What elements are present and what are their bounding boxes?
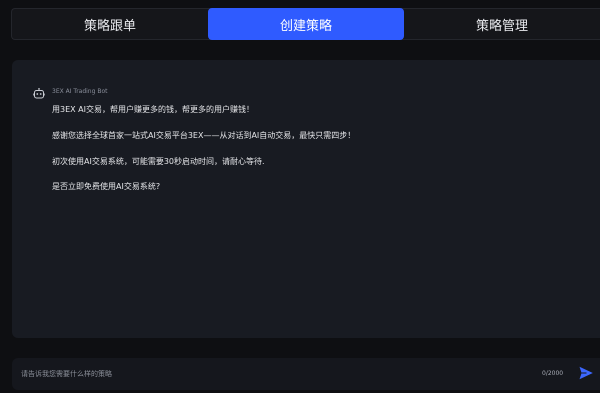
send-icon[interactable] <box>578 365 594 381</box>
tab-strategy-management[interactable]: 策略管理 <box>404 9 600 39</box>
chat-message: 是否立即免费使用AI交易系统? <box>52 182 161 191</box>
chat-panel: 3EX AI Trading Bot 用3EX AI交易，帮用户赚更多的钱，帮更… <box>12 60 600 338</box>
chat-message: 用3EX AI交易，帮用户赚更多的钱，帮更多的用户赚钱！ <box>52 105 254 114</box>
chat-input-bar: 0/2000 <box>12 358 600 390</box>
bot-name: 3EX AI Trading Bot <box>52 88 108 95</box>
robot-icon <box>33 88 45 99</box>
tab-strategy-follow[interactable]: 策略跟单 <box>12 9 208 39</box>
strategy-tabs: 策略跟单 创建策略 策略管理 <box>11 8 600 40</box>
chat-message: 初次使用AI交易系统，可能需要30秒启动时间，请耐心等待. <box>52 157 265 166</box>
tab-create-strategy[interactable]: 创建策略 <box>208 8 404 40</box>
strategy-prompt-input[interactable] <box>21 367 521 381</box>
chat-message: 感谢您选择全球首家一站式AI交易平台3EX——从对话到AI自动交易，最快只需四步… <box>52 131 356 140</box>
character-counter: 0/2000 <box>542 370 564 377</box>
